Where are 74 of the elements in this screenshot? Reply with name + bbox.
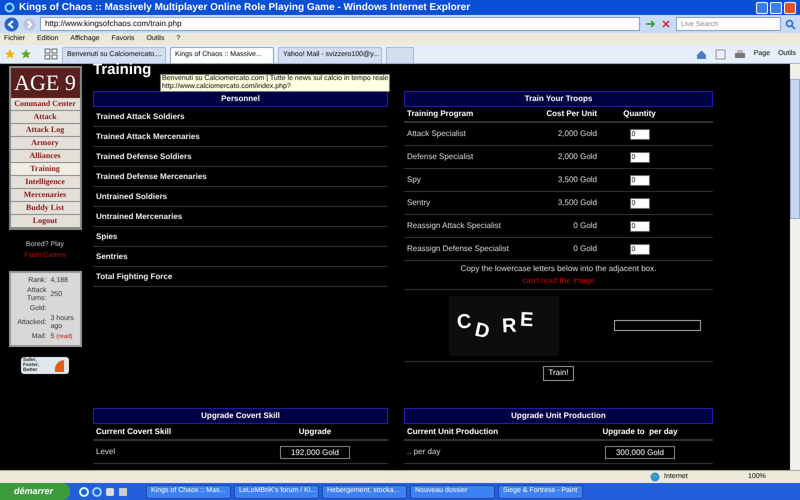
scroll-thumb[interactable] xyxy=(790,79,800,219)
row-label: Trained Attack Mercenaries xyxy=(96,130,200,142)
nav-link[interactable]: Buddy List xyxy=(10,202,80,215)
section-header: Personnel xyxy=(93,91,388,107)
program-name: Defense Specialist xyxy=(407,151,474,163)
column-header: Upgrade to per day xyxy=(601,426,679,438)
captcha-field[interactable] xyxy=(614,320,701,331)
program-name: Sentry xyxy=(407,197,432,209)
column-header: Training Program xyxy=(407,108,474,120)
game-logo: AGE 9 xyxy=(10,68,80,98)
nav-link[interactable]: Alliances xyxy=(10,150,80,163)
quick-tabs-icon[interactable] xyxy=(44,48,58,60)
cost-cell-text: 3,500 Gold xyxy=(556,197,597,209)
row-label: Untrained Mercenaries xyxy=(96,210,182,222)
nav-link[interactable]: Attack xyxy=(10,111,80,124)
upgrade-button[interactable]: 300,000 Gold xyxy=(605,446,675,458)
search-icon[interactable] xyxy=(785,18,796,30)
stop-icon[interactable] xyxy=(660,18,672,30)
nav-link[interactable]: Logout xyxy=(10,215,80,228)
row-label: Spies xyxy=(96,230,118,242)
row-label: Trained Defense Mercenaries xyxy=(96,170,207,182)
back-icon[interactable] xyxy=(4,16,19,32)
upgrade-button[interactable]: 192,000 Gold xyxy=(280,446,350,458)
row-label: Trained Attack Soldiers xyxy=(96,110,185,122)
scrollbar[interactable] xyxy=(790,64,800,470)
program-name: Reassign Attack Specialist xyxy=(407,220,502,232)
column-header: Current Covert Skill xyxy=(96,426,172,438)
train-button[interactable]: Train! xyxy=(543,366,574,380)
captcha-letter: E xyxy=(520,307,534,333)
cost-cell-text: 2,000 Gold xyxy=(556,128,597,140)
row-label: Untrained Soldiers xyxy=(96,190,168,202)
nav-link[interactable]: Mercenaries xyxy=(10,189,80,202)
instruction-text: Copy the lowercase letters below into the adjacent box. xyxy=(460,263,656,275)
nav-link[interactable]: Attack Log xyxy=(10,124,80,137)
address-field[interactable]: http://www.kingsofchaos.com/train.php xyxy=(40,17,640,31)
refresh-icon[interactable] xyxy=(644,18,656,30)
nav-link[interactable]: Training xyxy=(10,163,80,176)
cost-cell-text: 0 Gold xyxy=(572,220,597,232)
minimize-button[interactable] xyxy=(756,2,768,14)
column-header: Upgrade xyxy=(298,426,332,438)
restore-button[interactable] xyxy=(770,2,782,14)
help-link[interactable]: can't read the image xyxy=(522,275,595,287)
nav-link[interactable]: Intelligence xyxy=(10,176,80,189)
window-title: Kings of Chaos :: Massively Multiplayer Online Role Playing Game - Windows Internet Explorer xyxy=(19,1,470,15)
cost-cell-text: 3,500 Gold xyxy=(556,174,597,186)
program-name: Reassign Defense Specialist xyxy=(407,243,510,255)
cost-cell-text: 2,000 Gold xyxy=(556,151,597,163)
column-header: Current Unit Production xyxy=(407,426,500,438)
column-header: Cost Per Unit xyxy=(545,108,597,120)
page-heading: Training xyxy=(93,62,152,78)
nav-link[interactable]: Armory xyxy=(10,137,80,150)
row-label: .. per day xyxy=(407,446,442,458)
favorites-star-icon[interactable] xyxy=(4,48,16,60)
section-header: Upgrade Unit Production xyxy=(404,408,713,424)
column-header: Quantity xyxy=(622,108,657,120)
row-label: Level xyxy=(96,446,116,458)
row-label: Trained Defense Soldiers xyxy=(96,150,192,162)
row-label: Sentries xyxy=(96,250,128,262)
program-name: Spy xyxy=(407,174,422,186)
section-header: Upgrade Covert Skill xyxy=(93,408,388,424)
home-icon[interactable] xyxy=(696,49,707,60)
captcha-letter: D xyxy=(472,317,493,345)
captcha-letter: R xyxy=(501,313,518,339)
add-favorite-icon[interactable] xyxy=(20,48,32,60)
captcha-letter: C xyxy=(455,308,473,336)
feeds-icon[interactable] xyxy=(714,49,726,60)
nav-link[interactable]: Command Center xyxy=(10,98,80,111)
close-button[interactable] xyxy=(784,2,796,14)
row-label: Total Fighting Force xyxy=(96,270,172,282)
cost-cell-text: 0 Gold xyxy=(572,243,597,255)
program-name: Attack Specialist xyxy=(407,128,467,140)
printer-icon[interactable] xyxy=(734,49,746,60)
section-header: Train Your Troops xyxy=(404,91,713,107)
globe-icon[interactable] xyxy=(650,472,660,482)
